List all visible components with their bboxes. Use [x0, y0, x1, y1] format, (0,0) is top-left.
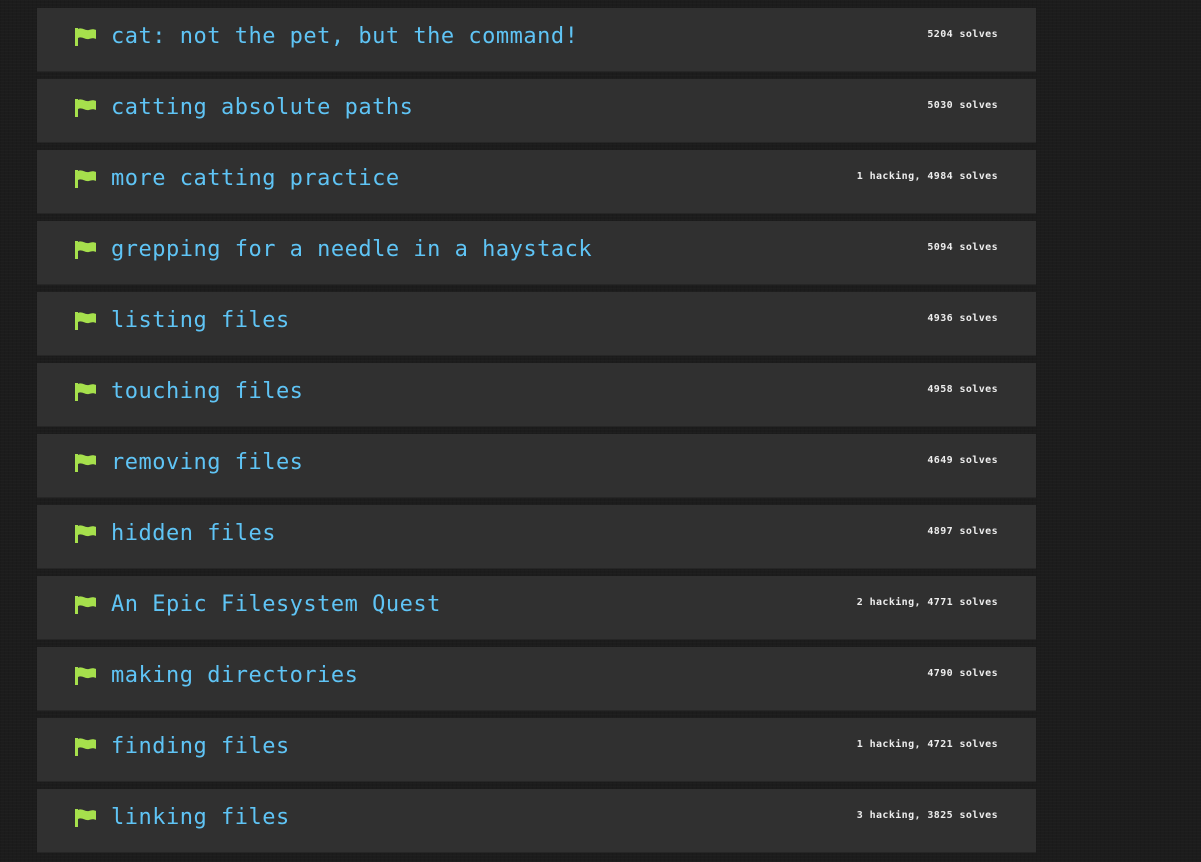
challenge-stats: 4790 solves [927, 668, 998, 679]
challenge-title[interactable]: hidden files [111, 520, 276, 548]
challenge-title[interactable]: cat: not the pet, but the command! [111, 23, 578, 51]
challenge-title[interactable]: touching files [111, 378, 303, 406]
challenge-list: cat: not the pet, but the command! 5204 … [37, 8, 1036, 860]
challenge-row[interactable]: removing files 4649 solves [37, 434, 1036, 498]
challenge-row[interactable]: more catting practice 1 hacking, 4984 so… [37, 150, 1036, 214]
challenge-row[interactable]: touching files 4958 solves [37, 363, 1036, 427]
flag-icon [75, 525, 97, 543]
flag-icon [75, 312, 97, 330]
challenge-row[interactable]: finding files 1 hacking, 4721 solves [37, 718, 1036, 782]
flag-icon [75, 809, 97, 827]
challenge-stats: 3 hacking, 3825 solves [856, 810, 998, 821]
challenge-title[interactable]: grepping for a needle in a haystack [111, 236, 592, 264]
challenge-title[interactable]: An Epic Filesystem Quest [111, 591, 441, 619]
challenge-stats: 2 hacking, 4771 solves [856, 597, 998, 608]
challenge-row[interactable]: linking files 3 hacking, 3825 solves [37, 789, 1036, 853]
challenge-stats: 5204 solves [927, 29, 998, 40]
challenge-title[interactable]: making directories [111, 662, 358, 690]
challenge-stats: 5030 solves [927, 100, 998, 111]
challenge-title[interactable]: listing files [111, 307, 290, 335]
challenge-stats: 4936 solves [927, 313, 998, 324]
flag-icon [75, 383, 97, 401]
challenge-stats: 4958 solves [927, 384, 998, 395]
challenge-stats: 1 hacking, 4721 solves [856, 739, 998, 750]
challenge-stats: 4897 solves [927, 526, 998, 537]
challenge-title[interactable]: linking files [111, 804, 290, 832]
challenge-row[interactable]: listing files 4936 solves [37, 292, 1036, 356]
flag-icon [75, 170, 97, 188]
flag-icon [75, 667, 97, 685]
flag-icon [75, 454, 97, 472]
challenge-title[interactable]: removing files [111, 449, 303, 477]
challenge-row[interactable]: catting absolute paths 5030 solves [37, 79, 1036, 143]
challenge-stats: 1 hacking, 4984 solves [856, 171, 998, 182]
flag-icon [75, 99, 97, 117]
challenge-title[interactable]: catting absolute paths [111, 94, 413, 122]
challenge-row[interactable]: hidden files 4897 solves [37, 505, 1036, 569]
challenge-row[interactable]: grepping for a needle in a haystack 5094… [37, 221, 1036, 285]
flag-icon [75, 241, 97, 259]
flag-icon [75, 738, 97, 756]
flag-icon [75, 28, 97, 46]
challenge-row[interactable]: making directories 4790 solves [37, 647, 1036, 711]
challenge-stats: 5094 solves [927, 242, 998, 253]
challenge-title[interactable]: finding files [111, 733, 290, 761]
challenge-title[interactable]: more catting practice [111, 165, 400, 193]
challenge-row[interactable]: cat: not the pet, but the command! 5204 … [37, 8, 1036, 72]
challenge-row[interactable]: An Epic Filesystem Quest 2 hacking, 4771… [37, 576, 1036, 640]
flag-icon [75, 596, 97, 614]
challenge-stats: 4649 solves [927, 455, 998, 466]
